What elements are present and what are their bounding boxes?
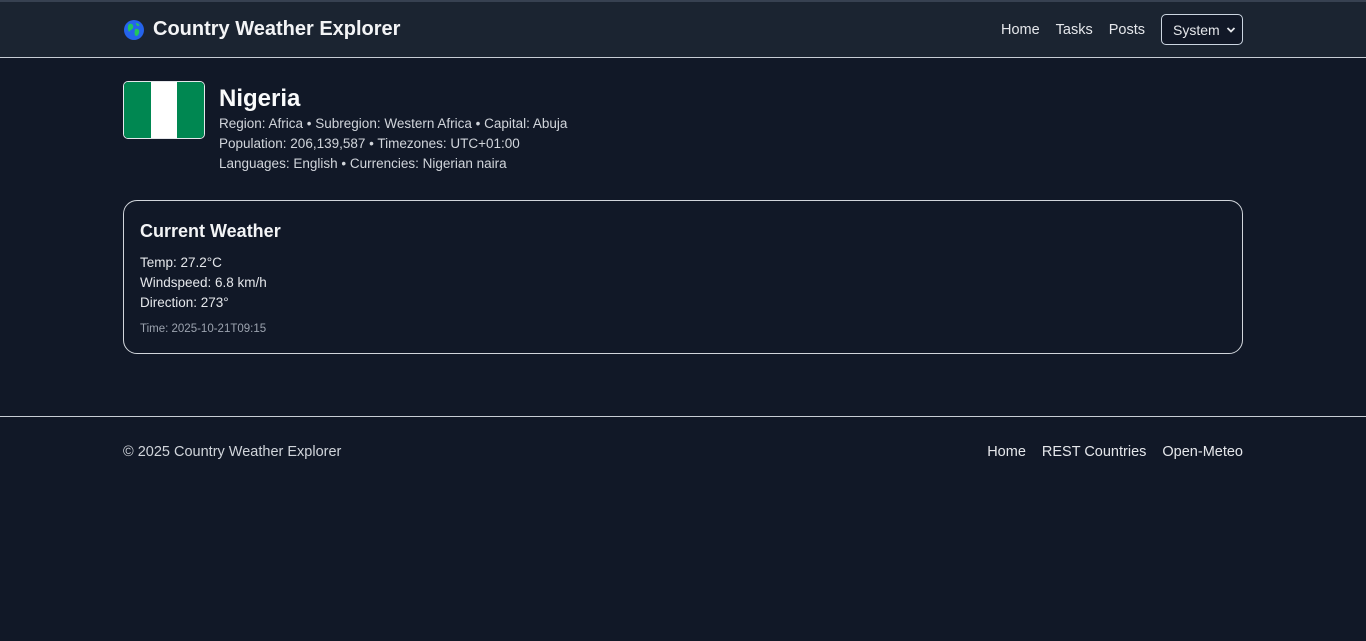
weather-windspeed: Windspeed: 6.8 km/h [140, 275, 267, 290]
footer-link-rest-countries[interactable]: REST Countries [1042, 444, 1147, 460]
weather-direction: Direction: 273° [140, 295, 229, 310]
nav-home[interactable]: Home [1001, 22, 1040, 38]
footer-link-home[interactable]: Home [987, 444, 1026, 460]
weather-temp: Temp: 27.2°C [140, 255, 222, 270]
nav-posts[interactable]: Posts [1109, 22, 1145, 38]
main-nav: Home Tasks Posts System [985, 14, 1243, 45]
country-population-line: Population: 206,139,587 • Timezones: UTC… [219, 136, 520, 151]
weather-time: Time: 2025-10-21T09:15 [140, 323, 267, 335]
country-info: Nigeria Region: Africa • Subregion: West… [219, 81, 567, 174]
chevron-down-icon [1226, 26, 1236, 33]
globe-icon [124, 19, 144, 40]
footer-link-open-meteo[interactable]: Open-Meteo [1162, 444, 1243, 460]
theme-select-value: System [1173, 21, 1220, 38]
brand[interactable]: Country Weather Explorer [123, 18, 400, 41]
weather-card: Current Weather Temp: 27.2°C Windspeed: … [123, 200, 1243, 354]
weather-title: Current Weather [140, 221, 281, 241]
nav-tasks[interactable]: Tasks [1056, 22, 1093, 38]
country-flag [123, 81, 205, 139]
copyright: © 2025 Country Weather Explorer [123, 444, 342, 460]
country-region-line: Region: Africa • Subregion: Western Afri… [219, 116, 568, 131]
country-name: Nigeria [219, 85, 301, 112]
app-footer: © 2025 Country Weather Explorer Home RES… [0, 416, 1366, 487]
footer-links: Home REST Countries Open-Meteo [971, 444, 1243, 460]
country-summary: Nigeria Region: Africa • Subregion: West… [123, 81, 1243, 174]
app-title: Country Weather Explorer [153, 18, 401, 40]
app-header: Country Weather Explorer Home Tasks Post… [0, 2, 1366, 58]
main-content: Nigeria Region: Africa • Subregion: West… [123, 81, 1243, 354]
country-languages-line: Languages: English • Currencies: Nigeria… [219, 156, 507, 171]
theme-select[interactable]: System [1161, 14, 1243, 45]
